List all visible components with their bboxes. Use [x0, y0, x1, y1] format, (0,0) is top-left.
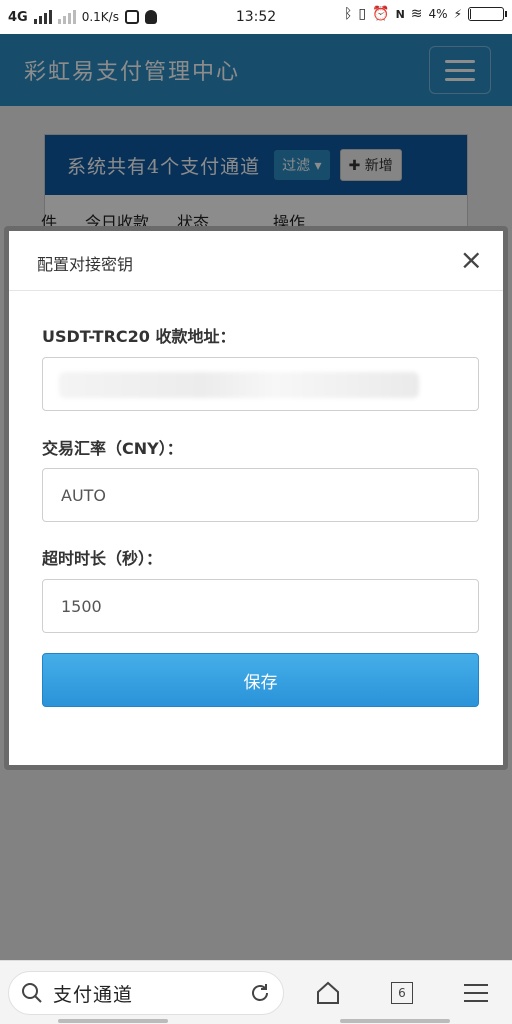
- app-icon: [124, 10, 139, 24]
- config-modal: 配置对接密钥 × USDT-TRC20 收款地址： 交易汇率（CNY）： AUT…: [4, 226, 508, 770]
- gesture-bar: [340, 1019, 450, 1023]
- usdt-address-input[interactable]: [42, 357, 479, 411]
- redacted-value: [59, 372, 419, 398]
- network-speed: 0.1K/s: [81, 10, 119, 24]
- modal-header: 配置对接密钥 ×: [9, 231, 503, 291]
- alarm-icon: ⏰: [372, 6, 390, 22]
- home-icon[interactable]: [310, 975, 346, 1011]
- wifi-icon: ≋: [410, 6, 423, 22]
- timeout-input[interactable]: 1500: [42, 579, 479, 633]
- address-bar[interactable]: 支付通道: [8, 971, 284, 1015]
- qq-icon: [144, 10, 157, 24]
- signal-icon: [33, 10, 52, 24]
- vibrate-icon: ▯: [358, 6, 367, 22]
- tabs-button[interactable]: 6: [384, 975, 420, 1011]
- tab-count: 6: [391, 982, 413, 1004]
- network-type: 4G: [8, 9, 28, 25]
- battery-percent: 4%: [428, 7, 448, 21]
- timeout-value: 1500: [61, 596, 102, 616]
- charging-icon: ⚡: [453, 7, 462, 21]
- home-icon-svg: [317, 981, 339, 1004]
- bluetooth-icon: ᛒ: [344, 6, 353, 22]
- browser-bottom-bar: 支付通道 6: [0, 960, 512, 1024]
- exchange-rate-label: 交易汇率（CNY）：: [42, 439, 183, 458]
- exchange-rate-value: AUTO: [61, 485, 107, 505]
- signal-weak-icon: [57, 10, 76, 24]
- nfc-icon: N: [395, 7, 405, 21]
- search-icon: [22, 983, 42, 1003]
- usdt-address-label: USDT-TRC20 收款地址：: [42, 327, 236, 346]
- modal-title: 配置对接密钥: [37, 255, 134, 274]
- status-bar: 4G 0.1K/s 13:52 ᛒ ▯ ⏰ N ≋ 4% ⚡: [0, 0, 512, 34]
- battery-icon: [468, 7, 507, 21]
- save-button[interactable]: 保存: [42, 653, 479, 707]
- exchange-rate-input[interactable]: AUTO: [42, 468, 479, 522]
- address-text: 支付通道: [53, 983, 134, 1006]
- timeout-label: 超时时长（秒）：: [42, 549, 163, 568]
- browser-menu-icon[interactable]: [458, 975, 494, 1011]
- refresh-icon[interactable]: [249, 982, 271, 1004]
- close-icon[interactable]: ×: [460, 243, 483, 277]
- gesture-bar: [58, 1019, 168, 1023]
